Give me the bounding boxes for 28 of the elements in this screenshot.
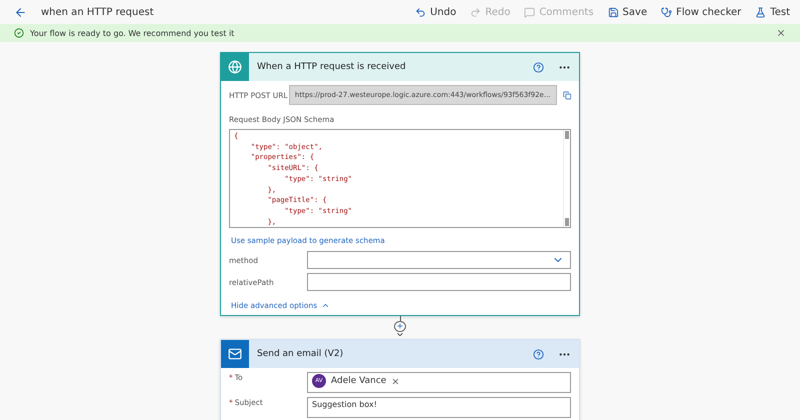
person-name: Adele Vance: [331, 375, 386, 387]
save-icon: [608, 6, 619, 18]
undo-icon: [415, 6, 426, 18]
toolbar-button[interactable]: Flow checker: [661, 6, 742, 18]
banner-message: Your flow is ready to go. We recommend you test it: [30, 28, 236, 38]
plus-icon: [396, 322, 404, 330]
help-icon[interactable]: [533, 62, 544, 72]
mail-icon: [228, 347, 242, 361]
remove-icon[interactable]: [391, 376, 400, 386]
comments-icon: [524, 6, 536, 18]
dropdown-field[interactable]: [307, 251, 571, 269]
copy-icon[interactable]: [562, 90, 571, 100]
globe-icon: [228, 60, 242, 74]
toolbar-button[interactable]: Save: [608, 6, 648, 18]
close-icon[interactable]: [776, 28, 786, 38]
redo-icon: [470, 6, 482, 18]
toolbar-button[interactable]: Test: [755, 6, 790, 18]
toolbar-button[interactable]: Undo: [415, 6, 456, 18]
check-circle-icon: [14, 28, 24, 38]
input-field[interactable]: [307, 273, 571, 291]
input-field[interactable]: Suggestion box!: [307, 397, 571, 418]
flow-title: when an HTTP request: [41, 6, 155, 18]
back-icon[interactable]: [14, 6, 27, 18]
help-icon[interactable]: [533, 348, 544, 360]
chevron-up-icon: [321, 301, 330, 310]
add-step-button[interactable]: [394, 320, 406, 332]
card-title: Send an email (V2): [257, 349, 344, 359]
card-title: When a HTTP request is received: [257, 62, 407, 72]
